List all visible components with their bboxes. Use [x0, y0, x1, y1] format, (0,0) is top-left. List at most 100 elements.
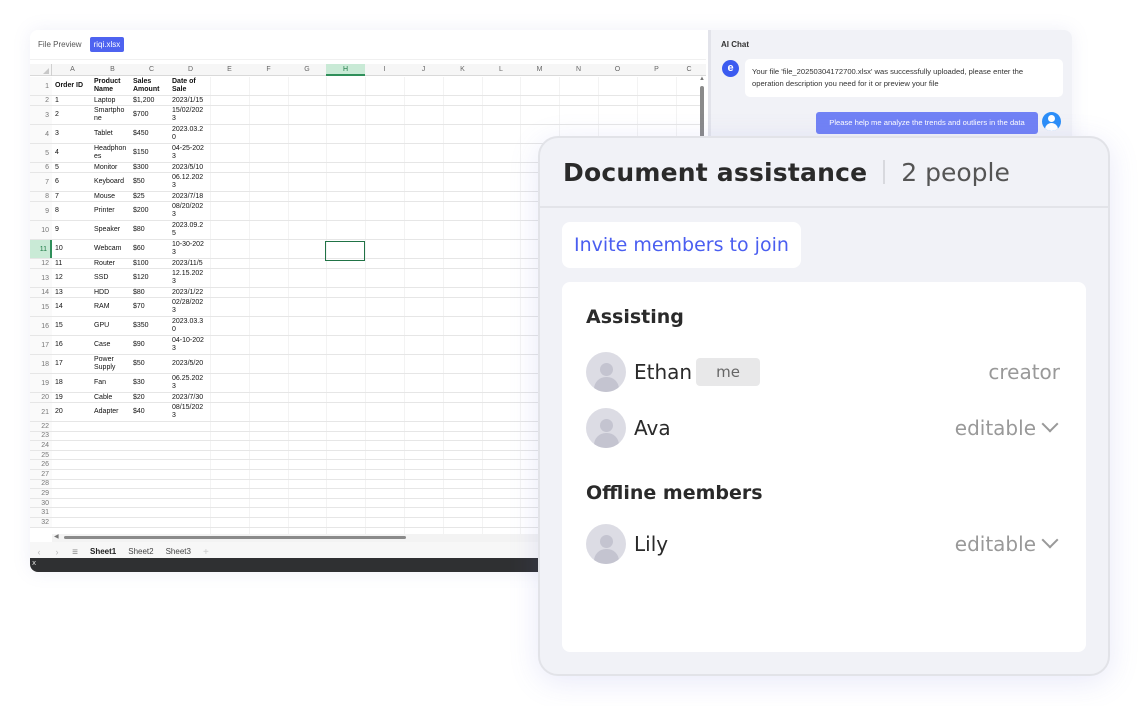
- row-number[interactable]: 28: [30, 479, 52, 489]
- invite-members-button[interactable]: Invite members to join: [562, 222, 801, 268]
- row-number[interactable]: 18: [30, 355, 52, 373]
- cell[interactable]: Smartpho ne: [92, 106, 131, 124]
- cell[interactable]: Router: [92, 259, 131, 268]
- cell[interactable]: 2023/7/18: [170, 192, 210, 201]
- cell[interactable]: 11: [53, 259, 92, 268]
- row-number[interactable]: 11: [30, 240, 52, 258]
- row-number[interactable]: 14: [30, 288, 52, 297]
- column-header-g[interactable]: G: [288, 64, 326, 76]
- cell[interactable]: Webcam: [92, 240, 131, 258]
- cell[interactable]: Product Name: [92, 77, 131, 95]
- cell[interactable]: 9: [53, 221, 92, 239]
- row-number[interactable]: 15: [30, 298, 52, 316]
- cell[interactable]: $350: [131, 317, 170, 335]
- row-number[interactable]: 7: [30, 173, 52, 191]
- cell[interactable]: $40: [131, 403, 170, 421]
- cell[interactable]: Sales Amount: [131, 77, 170, 95]
- cell[interactable]: RAM: [92, 298, 131, 316]
- cell[interactable]: 5: [53, 163, 92, 172]
- cell[interactable]: $200: [131, 202, 170, 220]
- column-header-k[interactable]: K: [443, 64, 482, 76]
- cell[interactable]: 20: [53, 403, 92, 421]
- cell[interactable]: Mouse: [92, 192, 131, 201]
- chevron-down-icon[interactable]: [1041, 531, 1059, 549]
- row-number[interactable]: 16: [30, 317, 52, 335]
- cell[interactable]: Monitor: [92, 163, 131, 172]
- cell[interactable]: SSD: [92, 269, 131, 287]
- cell[interactable]: Order ID: [53, 77, 92, 95]
- tab-prev-icon[interactable]: ‹: [30, 547, 48, 557]
- cell[interactable]: $50: [131, 173, 170, 191]
- cell[interactable]: Printer: [92, 202, 131, 220]
- cell[interactable]: 2023/1/15: [170, 96, 210, 105]
- cell[interactable]: Power Supply: [92, 355, 131, 373]
- role-dropdown[interactable]: editable: [955, 524, 1060, 564]
- cell[interactable]: 4: [53, 144, 92, 162]
- cell[interactable]: HDD: [92, 288, 131, 297]
- row-number[interactable]: 30: [30, 498, 52, 508]
- scroll-up-arrow-icon[interactable]: ▲: [699, 76, 705, 82]
- cell[interactable]: Keyboard: [92, 173, 131, 191]
- role-dropdown[interactable]: editable: [955, 408, 1060, 448]
- file-name-chip[interactable]: riqi.xlsx: [89, 37, 125, 52]
- cell[interactable]: $20: [131, 393, 170, 402]
- column-header-m[interactable]: M: [520, 64, 559, 76]
- cell[interactable]: 15/02/202 3: [170, 106, 210, 124]
- column-header-p[interactable]: P: [637, 64, 676, 76]
- cell[interactable]: Case: [92, 336, 131, 354]
- cell[interactable]: 2: [53, 106, 92, 124]
- column-header-b[interactable]: B: [93, 64, 132, 76]
- row-number[interactable]: 9: [30, 202, 52, 220]
- column-header-a[interactable]: A: [52, 64, 93, 76]
- cell[interactable]: 13: [53, 288, 92, 297]
- row-number[interactable]: 10: [30, 221, 52, 239]
- cell[interactable]: 10: [53, 240, 92, 258]
- row-number[interactable]: 12: [30, 259, 52, 268]
- row-number[interactable]: 25: [30, 450, 52, 460]
- cell[interactable]: 02/28/202 3: [170, 298, 210, 316]
- horizontal-scroll-thumb[interactable]: [64, 536, 406, 539]
- row-number[interactable]: 27: [30, 470, 52, 479]
- row-number[interactable]: 26: [30, 460, 52, 469]
- cell[interactable]: $450: [131, 125, 170, 143]
- column-header-i[interactable]: I: [365, 64, 404, 76]
- cell[interactable]: Adapter: [92, 403, 131, 421]
- row-number[interactable]: 22: [30, 422, 52, 431]
- row-number[interactable]: 19: [30, 374, 52, 392]
- cell[interactable]: $60: [131, 240, 170, 258]
- row-number[interactable]: 24: [30, 441, 52, 450]
- row-number[interactable]: 6: [30, 163, 52, 172]
- cell[interactable]: 2023/5/10: [170, 163, 210, 172]
- cell[interactable]: 2023/7/30: [170, 393, 210, 402]
- row-number[interactable]: 3: [30, 106, 52, 124]
- row-number[interactable]: 21: [30, 403, 52, 421]
- cell[interactable]: 6: [53, 173, 92, 191]
- cell[interactable]: 04-10-202 3: [170, 336, 210, 354]
- cell[interactable]: GPU: [92, 317, 131, 335]
- row-number[interactable]: 1: [30, 77, 52, 95]
- cell[interactable]: $1,200: [131, 96, 170, 105]
- sheet-list-menu-icon[interactable]: ≡: [66, 547, 84, 558]
- cell[interactable]: 06.25.202 3: [170, 374, 210, 392]
- column-header-l[interactable]: L: [482, 64, 520, 76]
- cell[interactable]: 19: [53, 393, 92, 402]
- chevron-down-icon[interactable]: [1041, 415, 1059, 433]
- row-number[interactable]: 2: [30, 96, 52, 105]
- row-number[interactable]: 29: [30, 489, 52, 498]
- cell[interactable]: $25: [131, 192, 170, 201]
- row-number[interactable]: 13: [30, 269, 52, 287]
- row-number[interactable]: 20: [30, 393, 52, 402]
- column-header-j[interactable]: J: [404, 64, 443, 76]
- row-number[interactable]: 8: [30, 192, 52, 201]
- row-number[interactable]: 5: [30, 144, 52, 162]
- cell[interactable]: $700: [131, 106, 170, 124]
- select-all-corner[interactable]: [30, 64, 52, 76]
- cell[interactable]: Laptop: [92, 96, 131, 105]
- cell[interactable]: Date of Sale: [170, 77, 210, 95]
- tab-next-icon[interactable]: ›: [48, 547, 66, 557]
- cell[interactable]: 2023/5/20: [170, 355, 210, 373]
- cell[interactable]: 12.15.202 3: [170, 269, 210, 287]
- cell[interactable]: 2023.09.2 5: [170, 221, 210, 239]
- row-number[interactable]: 17: [30, 336, 52, 354]
- cell[interactable]: 08/15/202 3: [170, 403, 210, 421]
